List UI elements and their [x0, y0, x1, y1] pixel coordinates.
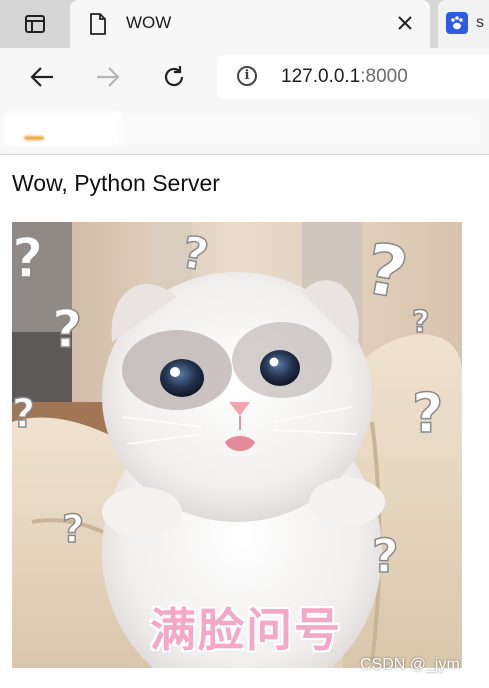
arrow-right-icon [97, 67, 120, 87]
arrow-left-icon [30, 67, 53, 87]
tab-inactive[interactable]: s [438, 0, 489, 48]
tab-title: WOW [126, 13, 172, 32]
tab-inactive-title: s [476, 14, 484, 31]
tab-actions-button[interactable] [0, 0, 70, 48]
svg-text:?: ? [412, 382, 443, 445]
tab-actions-icon [25, 15, 45, 33]
svg-text:?: ? [372, 529, 399, 583]
svg-text:?: ? [52, 300, 82, 360]
favorites-bar [0, 106, 489, 155]
svg-text:?: ? [62, 507, 84, 551]
csdn-watermark: CSDN @_jym [360, 656, 460, 673]
svg-text:?: ? [12, 227, 43, 290]
forward-button[interactable] [93, 62, 123, 92]
cat-meme-image: ? ? ? ? ? ? ? ? ? 满脸问号 [12, 222, 462, 668]
refresh-button[interactable] [159, 62, 189, 92]
refresh-icon [164, 66, 184, 87]
paw-glyph-icon [451, 16, 463, 30]
svg-text:?: ? [12, 391, 35, 437]
favorite-item-blurred[interactable] [4, 112, 124, 146]
url-host: 127.0.0.1 [281, 66, 361, 87]
tab-active[interactable]: WOW [70, 0, 430, 48]
favorite-favicon-blurred [24, 136, 44, 140]
back-button[interactable] [27, 62, 57, 92]
favorites-blurred-region [120, 114, 480, 144]
url-text[interactable]: 127.0.0.1:8000 [281, 66, 408, 88]
site-info-icon[interactable]: i [237, 66, 257, 86]
svg-text:?: ? [412, 305, 429, 340]
address-bar[interactable]: i 127.0.0.1:8000 [217, 55, 489, 99]
meme-caption: 满脸问号 [150, 603, 342, 657]
tab-strip: WOW s [0, 0, 489, 48]
url-port: :8000 [360, 66, 408, 87]
page-icon [90, 13, 106, 35]
page-heading: Wow, Python Server [12, 170, 220, 196]
close-tab-icon[interactable] [396, 14, 414, 32]
baidu-paw-icon [446, 12, 468, 34]
navigation-toolbar: i 127.0.0.1:8000 [0, 48, 489, 106]
